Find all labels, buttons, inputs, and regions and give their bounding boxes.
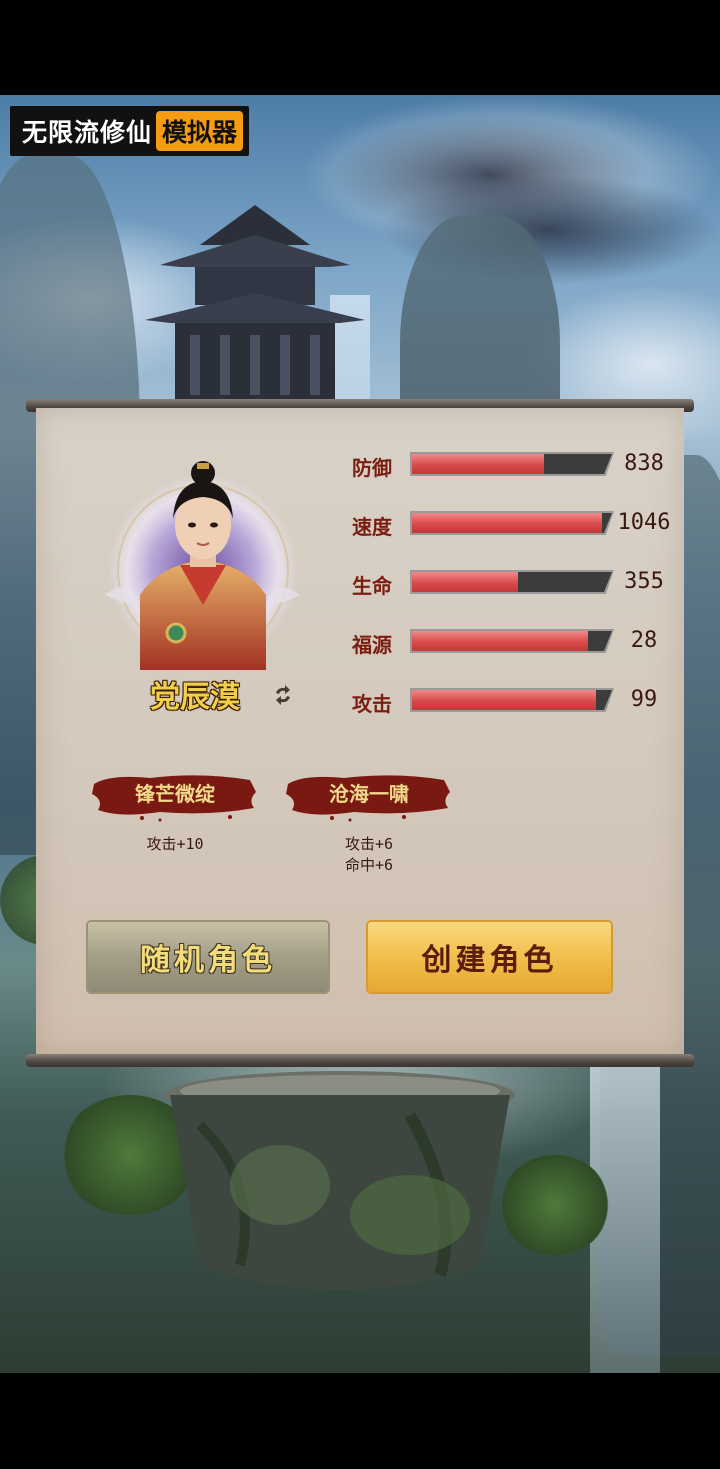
stat-label: 福源 [352,633,392,657]
stat-bar [412,513,612,533]
stat-bar-fill [412,513,602,533]
skill-effects: 攻击+10 [90,834,260,855]
random-character-button[interactable]: 随机角色 [88,922,328,992]
stat-bar [412,631,612,651]
stat-label: 防御 [352,456,392,480]
create-character-button[interactable]: 创建角色 [368,922,611,992]
stat-bar [412,454,612,474]
skill-banner: 沧海一啸 [284,770,454,822]
app-title-tag: 模拟器 [156,111,244,151]
stat-bar-fill [412,631,588,651]
skill-name: 锋芒微绽 [135,782,215,806]
character-portrait [105,461,300,670]
stat-value: 355 [624,569,664,594]
floating-platform-illustration [165,1071,515,1290]
stat-value: 1046 [617,510,671,535]
stat-label: 生命 [352,574,392,598]
skill-effect: 攻击+10 [146,835,204,853]
stat-attack: 攻击 99 [352,686,682,716]
stat-bar [412,572,612,592]
scroll-bottom-rod [26,1054,694,1067]
stat-speed: 速度 1046 [352,509,682,539]
character-name: 党辰漠 [150,680,240,715]
app-title: 无限流修仙 [22,118,153,147]
stat-bar-fill [412,572,518,592]
skill-card[interactable]: 沧海一啸 攻击+6 命中+6 [284,770,454,876]
skill-name: 沧海一啸 [329,782,409,806]
refresh-icon[interactable] [272,684,294,706]
stat-bar-fill [412,454,544,474]
skill-effects: 攻击+6 命中+6 [284,834,454,876]
skill-banner: 锋芒微绽 [90,770,260,822]
skill-effect: 攻击+6 [344,835,394,853]
stat-defense: 防御 838 [352,450,682,480]
stat-label: 速度 [352,515,392,539]
stat-value: 838 [624,451,664,476]
skill-effect: 命中+6 [344,856,394,874]
stat-label: 攻击 [352,692,392,716]
stat-health: 生命 355 [352,568,682,598]
stat-bar [412,690,612,710]
stat-value: 99 [630,687,658,712]
stat-value: 28 [630,628,658,653]
app-title-badge: 无限流修仙 模拟器 [10,106,250,156]
skill-card[interactable]: 锋芒微绽 攻击+10 [90,770,260,855]
stat-fortune: 福源 28 [352,627,682,657]
stat-bar-fill [412,690,596,710]
pagoda-illustration [145,205,365,400]
